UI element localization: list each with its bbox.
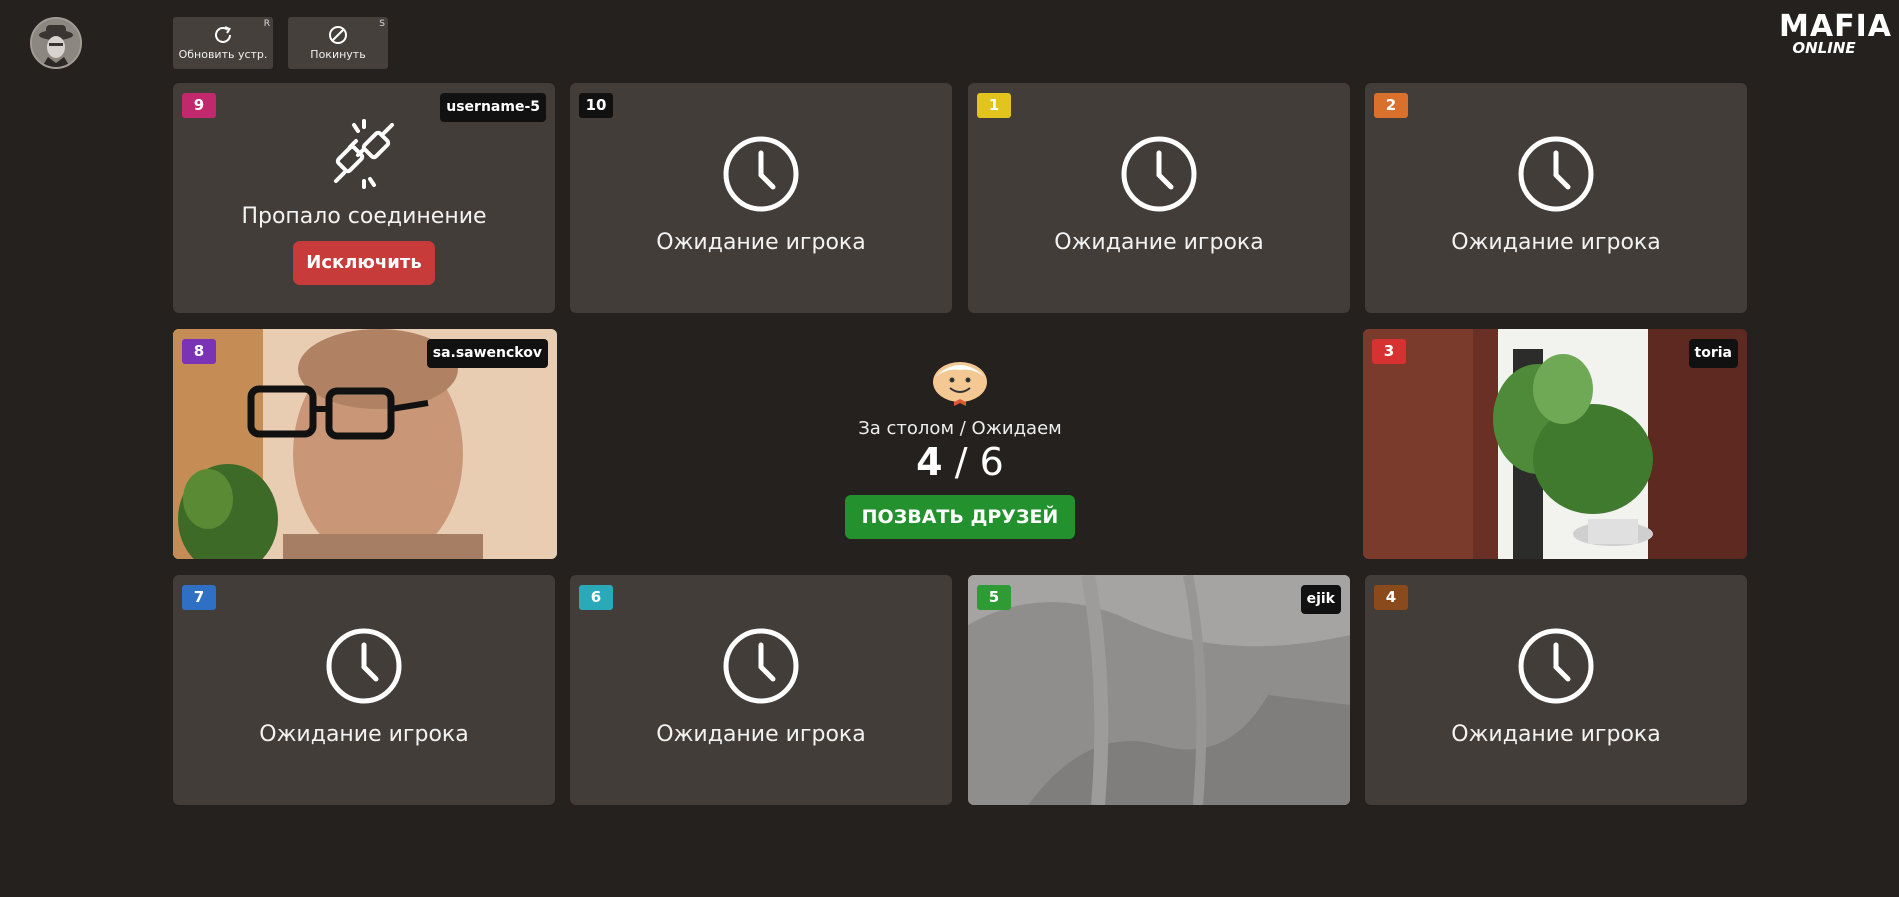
seat-number-badge: 2	[1374, 93, 1408, 118]
waiting-player-text: Ожидание игрока	[1451, 722, 1661, 747]
seat-tile-1: 1 Ожидание игрока	[968, 83, 1350, 313]
kick-player-button[interactable]: Исключить	[293, 241, 435, 285]
player-name-badge: username-5	[440, 93, 546, 122]
seated-count: 4	[916, 440, 943, 484]
brand-subtitle: ONLINE	[1792, 39, 1856, 57]
seat-number-badge: 9	[182, 93, 216, 118]
clock-icon	[1121, 136, 1197, 212]
waiting-player-text: Ожидание игрока	[656, 230, 866, 255]
seat-number-badge: 1	[977, 93, 1011, 118]
player-name-badge: toria	[1688, 339, 1738, 368]
seat-number-badge: 8	[182, 339, 216, 364]
waiting-player-text: Ожидание игрока	[1054, 230, 1264, 255]
seat-tile-8: 8 sa.sawenckov	[173, 329, 557, 559]
seat-tile-5: 5 ejik	[968, 575, 1350, 805]
count-separator: /	[954, 440, 968, 484]
lobby-status-panel: За столом / Ожидаем 4 / 6 ПОЗВАТЬ ДРУЗЕЙ	[570, 330, 1350, 560]
seat-number-badge: 3	[1372, 339, 1406, 364]
player-video-feed	[968, 575, 1350, 805]
refresh-label: Обновить устр.	[178, 48, 268, 61]
seat-tile-6: 6 Ожидание игрока	[570, 575, 952, 805]
refresh-hotkey: R	[263, 19, 270, 29]
smiley-mascot-icon	[933, 362, 987, 406]
leave-button[interactable]: S Покинуть	[288, 17, 388, 69]
lobby-label: За столом / Ожидаем	[858, 418, 1062, 439]
refresh-icon	[215, 26, 231, 43]
clock-icon	[723, 136, 799, 212]
needed-count: 6	[979, 440, 1004, 484]
profile-avatar[interactable]	[30, 17, 82, 69]
leave-label: Покинуть	[310, 48, 366, 61]
mafioso-avatar-icon	[32, 19, 80, 67]
disconnected-plug-icon	[334, 119, 394, 189]
clock-icon	[326, 628, 402, 704]
seat-tile-2: 2 Ожидание игрока	[1365, 83, 1747, 313]
player-name-badge: ejik	[1300, 585, 1341, 614]
refresh-devices-button[interactable]: R Обновить устр.	[173, 17, 273, 69]
waiting-player-text: Ожидание игрока	[1451, 230, 1661, 255]
seat-number-badge: 5	[977, 585, 1011, 610]
seat-number-badge: 6	[579, 585, 613, 610]
brand-title: MAFIA	[1779, 9, 1892, 44]
clock-icon	[1518, 628, 1594, 704]
forbidden-icon	[329, 26, 347, 44]
connection-lost-text: Пропало соединение	[241, 204, 487, 229]
waiting-player-text: Ожидание игрока	[656, 722, 866, 747]
player-count: 4 / 6	[570, 440, 1350, 484]
leave-hotkey: S	[379, 19, 385, 29]
seat-tile-7: 7 Ожидание игрока	[173, 575, 555, 805]
seat-tile-3: 3 toria	[1363, 329, 1747, 559]
brand-logo: MAFIA ONLINE	[1779, 9, 1892, 57]
seat-tile-10: 10 Ожидание игрока	[570, 83, 952, 313]
clock-icon	[1518, 136, 1594, 212]
player-name-badge: sa.sawenckov	[426, 339, 548, 368]
seat-number-badge: 7	[182, 585, 216, 610]
seat-number-badge: 10	[579, 93, 613, 118]
clock-icon	[723, 628, 799, 704]
seat-tile-9: 9 username-5 Пропало соединение Исключит…	[173, 83, 555, 313]
waiting-player-text: Ожидание игрока	[259, 722, 469, 747]
seat-tile-4: 4 Ожидание игрока	[1365, 575, 1747, 805]
invite-friends-button[interactable]: ПОЗВАТЬ ДРУЗЕЙ	[845, 495, 1075, 539]
seat-number-badge: 4	[1374, 585, 1408, 610]
